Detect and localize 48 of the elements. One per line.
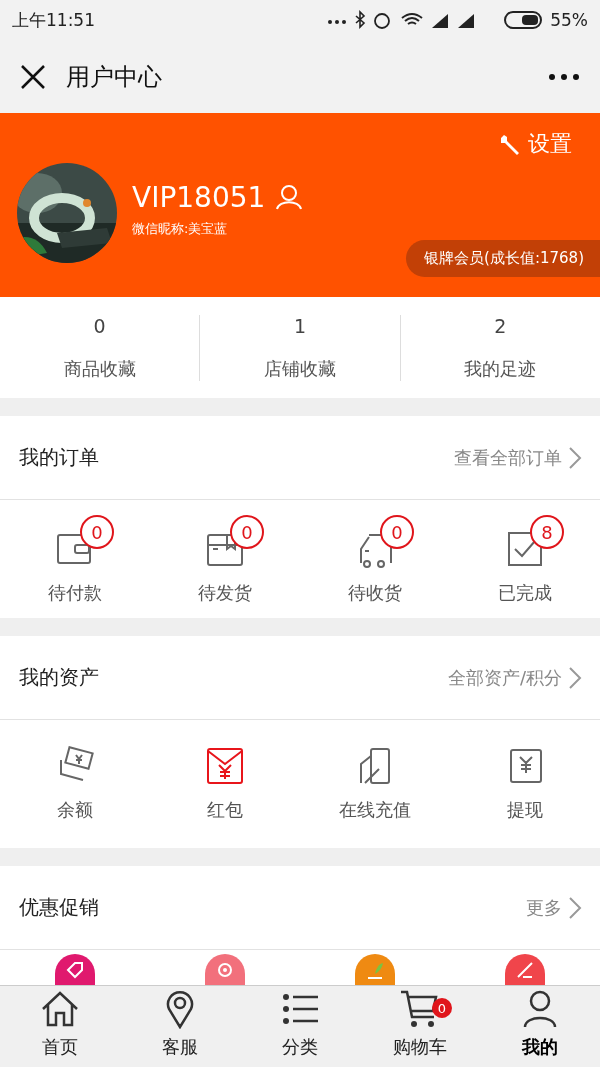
tab[interactable]: 客服	[120, 986, 240, 1067]
battery-percentage: 55%	[550, 10, 588, 30]
home-icon	[40, 989, 80, 1029]
promo-icon[interactable]	[55, 954, 95, 986]
grid-item[interactable]: 0 待收货	[300, 513, 450, 605]
stat-item[interactable]: 1 店铺收藏	[199, 314, 400, 381]
more-link[interactable]: 查看全部订单	[454, 445, 582, 470]
tab[interactable]: 分类	[240, 986, 360, 1067]
section-title: 我的资产	[19, 664, 99, 691]
stat-item[interactable]: 2 我的足迹	[399, 314, 600, 381]
grid-item[interactable]: 8 已完成	[450, 513, 600, 605]
grid-item[interactable]: 红包	[150, 746, 300, 822]
tab[interactable]: 购物车 0	[360, 986, 480, 1067]
cart-count-badge: 0	[432, 998, 452, 1018]
promo-icon[interactable]	[505, 954, 545, 986]
promo-icon[interactable]	[205, 954, 245, 986]
clock: 上午11:51	[12, 8, 95, 32]
more-link[interactable]: 更多	[526, 895, 582, 920]
section-title: 优惠促销	[19, 894, 99, 921]
wrench-icon	[498, 132, 522, 156]
more-icon[interactable]	[548, 72, 580, 81]
cart-icon	[400, 989, 440, 1029]
promo-icon[interactable]	[355, 954, 395, 986]
count-badge: 8	[530, 515, 564, 549]
membership-badge: 银牌会员(成长值:1768)	[406, 240, 600, 277]
user-icon	[275, 184, 304, 210]
chevron-right-icon	[568, 665, 582, 690]
more-link[interactable]: 全部资产/积分	[447, 665, 582, 690]
count-badge: 0	[230, 515, 264, 549]
chevron-right-icon	[568, 445, 582, 470]
wechat-nickname: 微信昵称:美宝蓝	[132, 219, 229, 238]
count-badge: 0	[80, 515, 114, 549]
tab[interactable]: 首页	[0, 986, 120, 1067]
tab[interactable]: 我的	[480, 986, 600, 1067]
section-title: 我的订单	[19, 444, 99, 471]
chevron-right-icon	[568, 895, 582, 920]
grid-item[interactable]: 提现	[450, 746, 600, 822]
grid-item[interactable]: 0 待发货	[150, 513, 300, 605]
envelope-yen-icon	[205, 746, 245, 786]
page-title: 用户中心	[66, 61, 163, 93]
close-icon[interactable]	[20, 63, 46, 90]
count-badge: 0	[380, 515, 414, 549]
grid-item[interactable]: 在线充值	[300, 746, 450, 822]
grid-item[interactable]: 0 待付款	[0, 513, 150, 605]
grid-item[interactable]: 余额	[0, 746, 150, 822]
battery-icon	[504, 10, 543, 30]
stat-item[interactable]: 0 商品收藏	[0, 314, 200, 381]
username: VIP18051	[132, 180, 266, 214]
